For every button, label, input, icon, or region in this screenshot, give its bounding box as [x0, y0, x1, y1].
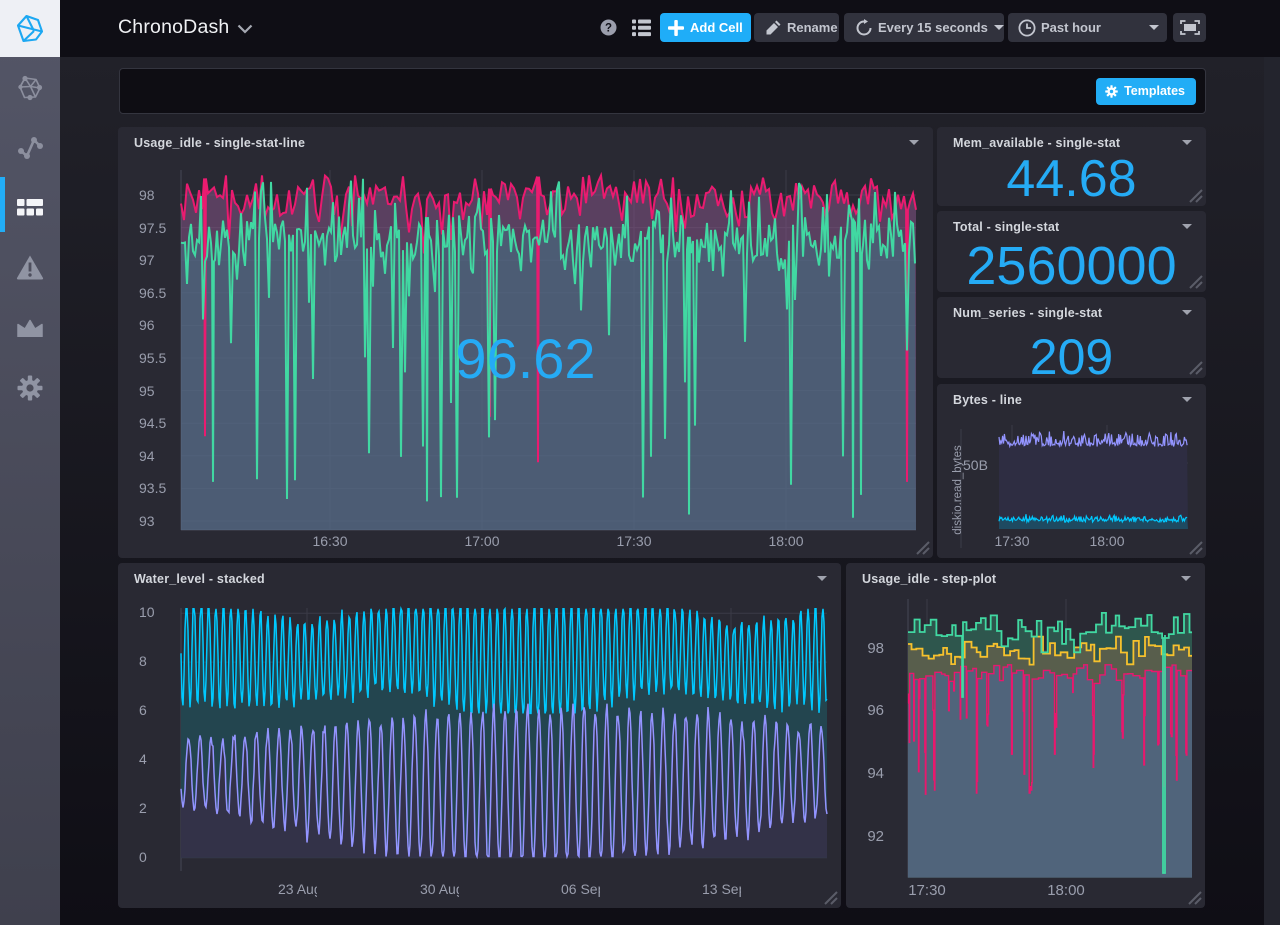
svg-text:?: ? — [605, 23, 612, 35]
